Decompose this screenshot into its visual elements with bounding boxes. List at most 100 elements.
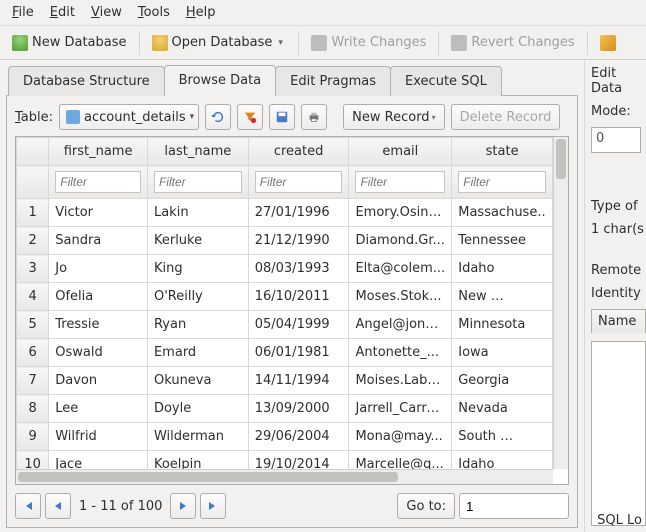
row-header[interactable]: 8 <box>17 395 49 423</box>
cell-first-name[interactable]: Jo <box>49 255 148 283</box>
row-header[interactable]: 3 <box>17 255 49 283</box>
horizontal-scrollbar[interactable] <box>16 469 553 484</box>
cell-last-name[interactable]: Doyle <box>147 395 248 423</box>
first-page-button[interactable] <box>15 493 41 519</box>
cell-last-name[interactable]: Okuneva <box>147 367 248 395</box>
cell-last-name[interactable]: King <box>147 255 248 283</box>
table-row[interactable]: 10JaceKoelpin19/10/2014Marcelle@q...Idah… <box>17 451 553 470</box>
row-header[interactable]: 2 <box>17 227 49 255</box>
tab-browse[interactable]: Browse Data <box>164 65 277 96</box>
cell-created[interactable]: 08/03/1993 <box>248 255 349 283</box>
cell-state[interactable]: Minnesota <box>452 311 553 339</box>
table-selector[interactable]: account_details ▾ <box>59 104 199 130</box>
filter-email[interactable] <box>355 171 445 193</box>
col-last-name[interactable]: last_name <box>147 138 248 166</box>
cell-last-name[interactable]: O'Reilly <box>147 283 248 311</box>
row-header[interactable]: 4 <box>17 283 49 311</box>
cell-last-name[interactable]: Kerluke <box>147 227 248 255</box>
cell-last-name[interactable]: Koelpin <box>147 451 248 470</box>
cell-first-name[interactable]: Lee <box>49 395 148 423</box>
vertical-scrollbar[interactable] <box>553 137 568 469</box>
cell-last-name[interactable]: Emard <box>147 339 248 367</box>
new-record-button[interactable]: New Record ▾ <box>343 104 444 130</box>
cell-first-name[interactable]: Davon <box>49 367 148 395</box>
cell-last-name[interactable]: Lakin <box>147 199 248 227</box>
cell-last-name[interactable]: Ryan <box>147 311 248 339</box>
table-row[interactable]: 1VictorLakin27/01/1996Emory.Osins...Mass… <box>17 199 553 227</box>
col-first-name[interactable]: first_name <box>49 138 148 166</box>
cell-email[interactable]: Marcelle@q... <box>349 451 452 470</box>
tab-structure[interactable]: Database Structure <box>8 66 165 96</box>
cell-created[interactable]: 19/10/2014 <box>248 451 349 470</box>
cell-email[interactable]: Moises.Laba... <box>349 367 452 395</box>
last-page-button[interactable] <box>200 493 226 519</box>
cell-state[interactable]: Nevada <box>452 395 553 423</box>
table-row[interactable]: 3JoKing08/03/1993Elta@colem...Idaho <box>17 255 553 283</box>
cell-email[interactable]: Mona@may... <box>349 423 452 451</box>
cell-created[interactable]: 06/01/1981 <box>248 339 349 367</box>
cell-last-name[interactable]: Wilderman <box>147 423 248 451</box>
table-row[interactable]: 6OswaldEmard06/01/1981Antonette_...Iowa <box>17 339 553 367</box>
cell-state[interactable]: Tennessee <box>452 227 553 255</box>
filter-first-name[interactable] <box>55 171 141 193</box>
cell-email[interactable]: Diamond.Gr... <box>349 227 452 255</box>
goto-input[interactable] <box>459 493 569 519</box>
cell-first-name[interactable]: Victor <box>49 199 148 227</box>
cell-created[interactable]: 29/06/2004 <box>248 423 349 451</box>
table-row[interactable]: 4OfeliaO'Reilly16/10/2011Moses.Stok...Ne… <box>17 283 553 311</box>
cell-created[interactable]: 21/12/1990 <box>248 227 349 255</box>
menu-view[interactable]: View <box>83 2 130 23</box>
filter-created[interactable] <box>255 171 343 193</box>
cell-first-name[interactable]: Wilfrid <box>49 423 148 451</box>
attach-button[interactable] <box>594 31 622 55</box>
save-table-button[interactable] <box>269 104 295 130</box>
open-database-button[interactable]: Open Database ▾ <box>146 31 293 55</box>
row-header[interactable]: 9 <box>17 423 49 451</box>
menu-tools[interactable]: Tools <box>130 2 178 23</box>
dropdown-icon[interactable]: ▾ <box>278 38 286 48</box>
tab-pragmas[interactable]: Edit Pragmas <box>275 66 391 96</box>
table-row[interactable]: 8LeeDoyle13/09/2000Jarrell_Carro...Nevad… <box>17 395 553 423</box>
table-row[interactable]: 5TressieRyan05/04/1999Angel@jona...Minne… <box>17 311 553 339</box>
cell-state[interactable]: Iowa <box>452 339 553 367</box>
mode-value-box[interactable]: 0 <box>591 127 641 153</box>
remote-list[interactable] <box>591 341 646 526</box>
cell-first-name[interactable]: Sandra <box>49 227 148 255</box>
tab-sql[interactable]: Execute SQL <box>390 66 502 96</box>
data-grid[interactable]: first_name last_name created email state <box>15 136 569 485</box>
col-state[interactable]: state <box>452 138 553 166</box>
cell-first-name[interactable]: Ofelia <box>49 283 148 311</box>
cell-state[interactable]: South … <box>452 423 553 451</box>
menu-edit[interactable]: Edit <box>42 2 83 23</box>
cell-email[interactable]: Antonette_... <box>349 339 452 367</box>
cell-first-name[interactable]: Jace <box>49 451 148 470</box>
chevron-down-icon[interactable]: ▾ <box>432 113 436 122</box>
table-row[interactable]: 9WilfridWilderman29/06/2004Mona@may...So… <box>17 423 553 451</box>
refresh-button[interactable] <box>205 104 231 130</box>
cell-state[interactable]: Georgia <box>452 367 553 395</box>
row-header[interactable]: 1 <box>17 199 49 227</box>
col-email[interactable]: email <box>349 138 452 166</box>
cell-first-name[interactable]: Oswald <box>49 339 148 367</box>
cell-created[interactable]: 27/01/1996 <box>248 199 349 227</box>
new-database-button[interactable]: New Database <box>6 31 133 55</box>
goto-button[interactable]: Go to: <box>397 493 455 519</box>
cell-created[interactable]: 16/10/2011 <box>248 283 349 311</box>
cell-email[interactable]: Angel@jona... <box>349 311 452 339</box>
print-button[interactable] <box>301 104 327 130</box>
filter-last-name[interactable] <box>154 171 242 193</box>
menu-help[interactable]: Help <box>178 2 224 23</box>
cell-first-name[interactable]: Tressie <box>49 311 148 339</box>
cell-email[interactable]: Moses.Stok... <box>349 283 452 311</box>
row-header[interactable]: 7 <box>17 367 49 395</box>
next-page-button[interactable] <box>170 493 196 519</box>
menu-file[interactable]: File <box>4 2 42 23</box>
cell-created[interactable]: 14/11/1994 <box>248 367 349 395</box>
cell-email[interactable]: Jarrell_Carro... <box>349 395 452 423</box>
cell-email[interactable]: Elta@colem... <box>349 255 452 283</box>
cell-email[interactable]: Emory.Osins... <box>349 199 452 227</box>
cell-state[interactable]: New … <box>452 283 553 311</box>
cell-state[interactable]: Idaho <box>452 255 553 283</box>
col-created[interactable]: created <box>248 138 349 166</box>
prev-page-button[interactable] <box>45 493 71 519</box>
